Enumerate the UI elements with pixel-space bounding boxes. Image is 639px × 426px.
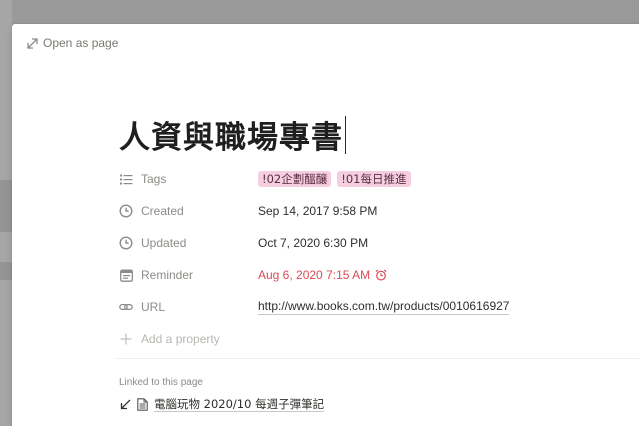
linked-page-title[interactable]: 電腦玩物 2020/10 每週子彈筆記 xyxy=(154,397,325,412)
open-as-page-label: Open as page xyxy=(43,36,119,50)
page-document-icon xyxy=(137,398,148,411)
property-value-url[interactable]: http://www.books.com.tw/products/0010616… xyxy=(258,299,510,315)
background-app-block xyxy=(0,262,12,280)
linked-page-item[interactable]: 電腦玩物 2020/10 每週子彈筆記 xyxy=(120,397,325,412)
property-value-reminder[interactable]: Aug 6, 2020 7:15 AM xyxy=(258,268,387,282)
link-icon xyxy=(119,300,133,314)
property-value-tags[interactable]: !02企劃醞釀 !01每日推進 xyxy=(258,171,417,187)
tag-pill[interactable]: !02企劃醞釀 xyxy=(258,171,332,187)
property-name-updated[interactable]: Updated xyxy=(119,236,258,250)
text-caret xyxy=(345,115,346,154)
open-as-page-button[interactable]: Open as page xyxy=(27,36,118,50)
clock-icon xyxy=(119,236,133,250)
backlink-arrow-icon xyxy=(120,399,131,410)
property-name-url[interactable]: URL xyxy=(119,300,258,314)
background-app-header xyxy=(0,0,639,24)
created-date-text: Sep 14, 2017 9:58 PM xyxy=(258,204,378,218)
add-property-row[interactable]: Add a property xyxy=(119,327,639,351)
property-label: Reminder xyxy=(141,268,194,282)
list-icon xyxy=(119,172,133,186)
property-name-tags[interactable]: Tags xyxy=(119,172,258,186)
page-peek-modal: Open as page 人資與職場專書 Tags !02企劃醞釀 !01每日推… xyxy=(12,24,639,426)
alarm-clock-icon xyxy=(375,269,387,281)
property-name-created[interactable]: Created xyxy=(119,204,258,218)
expand-arrow-icon xyxy=(27,37,38,49)
property-row-updated: Updated Oct 7, 2020 6:30 PM xyxy=(119,231,639,255)
section-divider xyxy=(115,358,639,359)
property-row-reminder: Reminder Aug 6, 2020 7:15 AM xyxy=(119,263,639,287)
property-label: Updated xyxy=(141,236,187,250)
property-label: Created xyxy=(141,204,184,218)
property-row-tags: Tags !02企劃醞釀 !01每日推進 xyxy=(119,167,639,191)
tag-pill[interactable]: !01每日推進 xyxy=(337,171,411,187)
reminder-date-text: Aug 6, 2020 7:15 AM xyxy=(258,268,371,282)
updated-date-text: Oct 7, 2020 6:30 PM xyxy=(258,236,369,250)
clock-icon xyxy=(119,204,133,218)
calendar-icon xyxy=(119,268,133,282)
property-label: URL xyxy=(141,300,166,314)
property-name-reminder[interactable]: Reminder xyxy=(119,268,258,282)
property-value-updated: Oct 7, 2020 6:30 PM xyxy=(258,236,368,250)
property-row-created: Created Sep 14, 2017 9:58 PM xyxy=(119,199,639,223)
property-value-created: Sep 14, 2017 9:58 PM xyxy=(258,204,377,218)
linked-section-label: Linked to this page xyxy=(119,377,203,388)
page-title-text[interactable]: 人資與職場專書 xyxy=(119,112,343,157)
page-title[interactable]: 人資與職場專書 xyxy=(119,112,346,157)
url-link[interactable]: http://www.books.com.tw/products/0010616… xyxy=(258,299,510,315)
property-row-url: URL http://www.books.com.tw/products/001… xyxy=(119,295,639,319)
property-label: Tags xyxy=(141,172,167,186)
plus-icon xyxy=(119,332,133,346)
add-property-button[interactable]: Add a property xyxy=(119,332,220,346)
add-property-label: Add a property xyxy=(141,332,220,346)
background-app-block xyxy=(0,180,12,232)
